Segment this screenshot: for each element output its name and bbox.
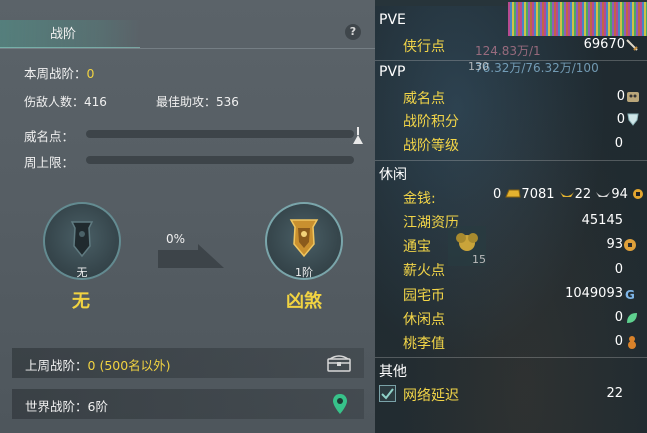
panel-title: 战阶 xyxy=(50,27,77,42)
gold-ingot-icon xyxy=(559,192,574,197)
rank-level-label: 战阶等级 xyxy=(403,138,459,154)
help-button[interactable]: ? xyxy=(345,24,361,40)
overlay-level-text: 130 xyxy=(468,60,489,73)
tongbao-label: 通宝 xyxy=(403,239,431,255)
xia-points-value: 69670 xyxy=(583,37,625,52)
week-rank: 本周战阶：0 xyxy=(24,63,94,82)
buff-strip xyxy=(508,2,647,36)
kills-count: 伤敌人数：416 xyxy=(24,95,107,109)
week-rank-label: 本周战阶： xyxy=(24,66,87,81)
prestige-label: 威名点： xyxy=(24,129,75,144)
rank-score-label: 战阶积分 xyxy=(403,114,459,130)
bell-badge-icon xyxy=(70,221,94,258)
best-assist: 最佳助攻：536 xyxy=(156,95,239,109)
leisure-points-label: 休闲点 xyxy=(403,312,445,328)
last-week-value: 0 (500名以外) xyxy=(87,358,171,373)
world-rank-label: 世界战阶：6阶 xyxy=(25,399,108,414)
section-pve: PVE xyxy=(379,12,406,28)
svg-text:15: 15 xyxy=(472,253,486,266)
prestige-points-value: 0 xyxy=(616,89,625,104)
salary-points-value: 0 xyxy=(614,262,623,277)
tongbao-value: 93 xyxy=(606,237,623,252)
money-values: 0 7081 22 94 xyxy=(493,187,644,202)
svg-text:G: G xyxy=(625,288,635,301)
location-pin-icon[interactable] xyxy=(332,393,348,415)
chest-icon[interactable] xyxy=(327,354,351,372)
rank-score-value: 0 xyxy=(616,112,625,127)
weekly-cap-label: 周上限： xyxy=(24,155,75,170)
last-week-rank-row: 上周战阶：0 (500名以外) xyxy=(12,348,364,378)
overlay-hp-text: 124.83万/1 xyxy=(475,44,541,58)
prestige-points-label: 威名点 xyxy=(403,91,445,107)
checkmark-icon xyxy=(381,388,394,400)
rank-level-value: 0 xyxy=(614,136,623,151)
week-rank-value: 0 xyxy=(86,66,95,81)
mask-icon xyxy=(627,92,639,102)
copper-count: 94 xyxy=(611,187,628,202)
gourd-icon xyxy=(628,336,636,349)
xia-points-label: 侠行点 xyxy=(403,39,445,55)
prestige-bar xyxy=(86,130,354,138)
panel-header: 战阶 ? xyxy=(0,14,375,48)
cap-marker-icon xyxy=(353,127,363,144)
gold-count: 7081 xyxy=(521,187,555,202)
g-coin-icon: G xyxy=(625,288,635,301)
current-rank-name: 无 xyxy=(72,291,90,312)
overlay-mp-text: 76.32万/76.32万/100 xyxy=(475,61,599,75)
gold-bar-icon xyxy=(505,189,521,198)
next-rank-name: 凶煞 xyxy=(286,291,322,312)
last-week-label: 上周战阶： xyxy=(25,358,88,373)
lotus-item-icon: 15 xyxy=(448,226,486,266)
world-rank-row: 世界战阶：6阶 xyxy=(12,389,364,419)
network-delay-label: 网络延迟 xyxy=(403,388,459,404)
home-coin-value: 1049093 xyxy=(565,286,623,301)
jianghu-exp-value: 45145 xyxy=(581,213,623,228)
home-coin-label: 园宅币 xyxy=(403,288,445,304)
rank-panel: 战阶 ? 本周战阶：0 伤敌人数：416 最佳助攻：536 威名点： 周上限： … xyxy=(0,0,375,433)
leaf-icon xyxy=(627,313,637,323)
section-pvp: PVP xyxy=(379,64,406,80)
sword-icon xyxy=(626,39,638,51)
next-rank-level: 1阶 xyxy=(295,266,313,279)
gold-bar-count: 0 xyxy=(493,187,502,202)
progress-arrow-icon xyxy=(158,244,224,268)
section-leisure: 休闲 xyxy=(379,167,407,183)
money-label: 金钱: xyxy=(403,191,436,207)
header-divider xyxy=(0,48,375,49)
coin-icon xyxy=(624,239,636,251)
salary-points-label: 薪火点 xyxy=(403,263,445,279)
currency-panel: 124.83万/1 76.32万/76.32万/100 130 PVE 侠行点 … xyxy=(375,0,647,433)
silver-ingot-icon xyxy=(596,192,611,197)
crest-icon xyxy=(627,113,639,126)
peach-value-label: 桃李值 xyxy=(403,336,445,352)
weekly-cap-bar xyxy=(86,156,354,164)
peach-value-value: 0 xyxy=(614,334,623,349)
network-delay-checkbox[interactable] xyxy=(379,385,396,402)
silver-count: 22 xyxy=(574,187,592,202)
gold-badge-icon xyxy=(289,219,319,258)
current-rank-level: 无 xyxy=(76,266,88,279)
leisure-points-value: 0 xyxy=(614,310,623,325)
section-other: 其他 xyxy=(379,364,407,380)
copper-coin-icon xyxy=(633,189,644,199)
network-delay-value: 22 xyxy=(606,386,623,401)
